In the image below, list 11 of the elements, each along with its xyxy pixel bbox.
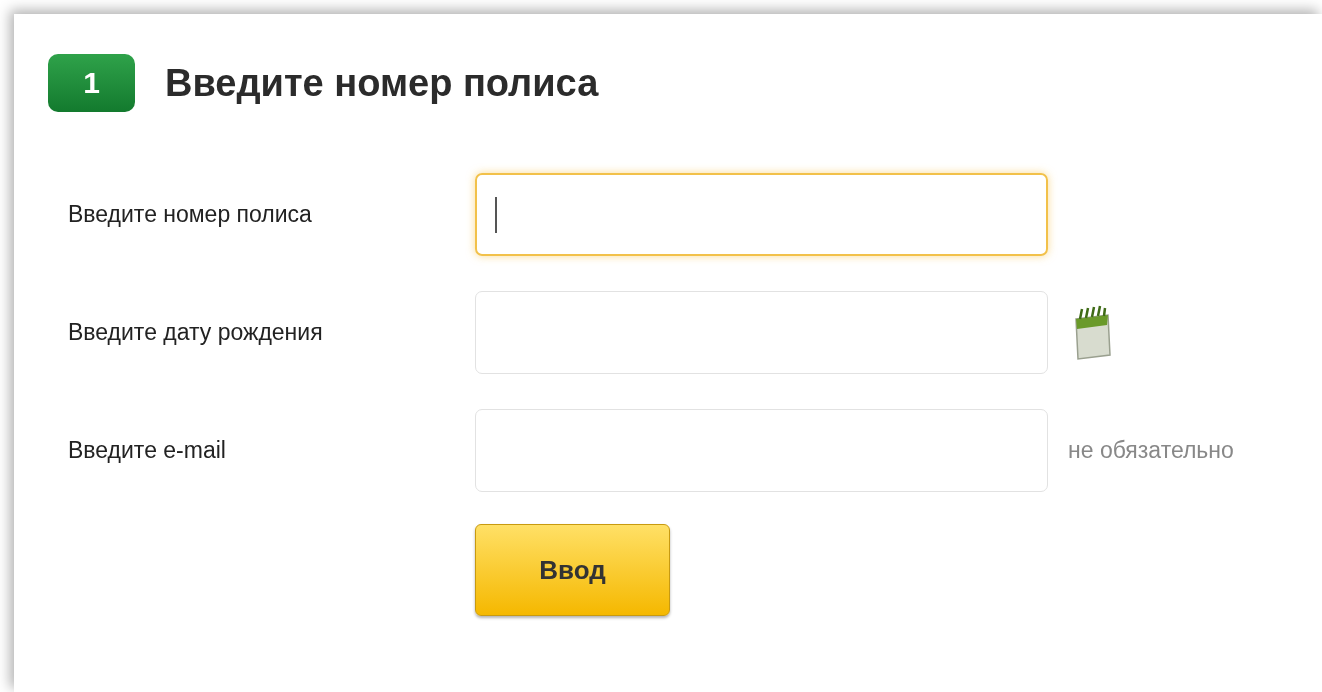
input-field[interactable]: [475, 173, 1048, 256]
field-label: Введите дату рождения: [67, 319, 324, 346]
input-field[interactable]: [475, 291, 1048, 374]
optional-note: не обязательно: [1068, 437, 1234, 464]
step-badge: 1: [48, 54, 135, 112]
field-label: Введите e-mail: [67, 437, 227, 464]
calendar-icon[interactable]: [1072, 304, 1112, 361]
submit-button[interactable]: Ввод: [475, 524, 670, 616]
field-label: Введите номер полиса: [67, 201, 313, 228]
input-field[interactable]: [475, 409, 1048, 492]
step-title: Введите номер полиса: [165, 61, 599, 105]
